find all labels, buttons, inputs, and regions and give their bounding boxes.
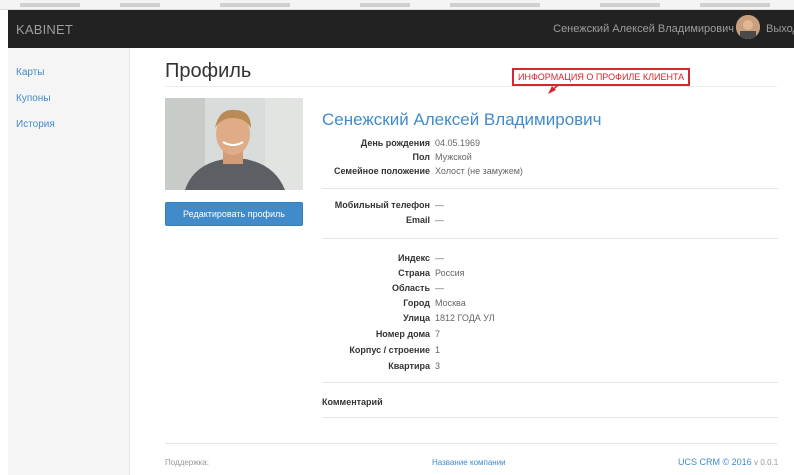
- field-label: Улица: [403, 313, 430, 323]
- page: KABINET Сенежский Алексей Владимирович В…: [0, 0, 794, 475]
- field-birthday: День рождения 04.05.1969: [322, 138, 782, 152]
- field-postal-index: Индекс —: [322, 253, 782, 267]
- section-divider: [322, 382, 778, 383]
- field-email: Email —: [322, 215, 782, 229]
- field-city: Город Москва: [322, 298, 782, 312]
- footer-support: Поддержка:: [165, 458, 209, 467]
- field-house-number: Номер дома 7: [322, 329, 782, 343]
- field-label: Квартира: [388, 361, 430, 371]
- footer-divider: [165, 443, 777, 444]
- field-building: Корпус / строение 1: [322, 345, 782, 359]
- field-label: Номер дома: [375, 329, 430, 339]
- field-apartment: Квартира 3: [322, 361, 782, 375]
- edit-profile-button[interactable]: Редактировать профиль: [165, 202, 303, 226]
- footer-company-link[interactable]: Название компании: [432, 458, 506, 467]
- field-value: Холост (не замужем): [435, 166, 523, 176]
- field-label: Пол: [412, 152, 430, 162]
- field-value: —: [435, 200, 444, 210]
- field-mobile-phone: Мобильный телефон —: [322, 200, 782, 214]
- field-gender: Пол Мужской: [322, 152, 782, 166]
- field-label: Мобильный телефон: [334, 200, 430, 210]
- comment-label: Комментарий: [322, 397, 383, 407]
- field-street: Улица 1812 ГОДА УЛ: [322, 313, 782, 327]
- field-label: Корпус / строение: [349, 345, 430, 355]
- profile-photo: [165, 98, 303, 190]
- field-value: —: [435, 215, 444, 225]
- annotation-callout: ИНФОРМАЦИЯ О ПРОФИЛЕ КЛИЕНТА: [512, 68, 691, 86]
- field-label: Индекс: [397, 253, 430, 263]
- field-value: 1812 ГОДА УЛ: [435, 313, 495, 323]
- field-label: День рождения: [360, 138, 430, 148]
- section-divider: [322, 188, 778, 189]
- field-value: Мужской: [435, 152, 472, 162]
- field-country: Страна Россия: [322, 268, 782, 282]
- field-value: —: [435, 283, 444, 293]
- client-name: Сенежский Алексей Владимирович: [322, 110, 602, 129]
- field-value: 04.05.1969: [435, 138, 481, 148]
- field-value: 7: [435, 329, 441, 339]
- field-value: —: [435, 253, 444, 263]
- field-region: Область —: [322, 283, 782, 297]
- footer-version: v 0.0.1: [754, 458, 779, 467]
- field-value: 3: [435, 361, 441, 371]
- field-label: Email: [405, 215, 430, 225]
- field-marital-status: Семейное положение Холост (не замужем): [322, 166, 782, 180]
- field-label: Область: [391, 283, 430, 293]
- section-divider: [322, 417, 778, 418]
- field-value: Москва: [435, 298, 466, 308]
- field-label: Семейное положение: [334, 166, 430, 176]
- field-value: Россия: [435, 268, 465, 278]
- field-value: 1: [435, 345, 441, 355]
- field-label: Город: [403, 298, 430, 308]
- section-divider: [322, 238, 778, 239]
- footer-crm-label[interactable]: UCS CRM © 2016: [678, 457, 752, 467]
- footer-copyright: UCS CRM © 2016 v 0.0.1: [678, 457, 778, 467]
- field-label: Страна: [398, 268, 430, 278]
